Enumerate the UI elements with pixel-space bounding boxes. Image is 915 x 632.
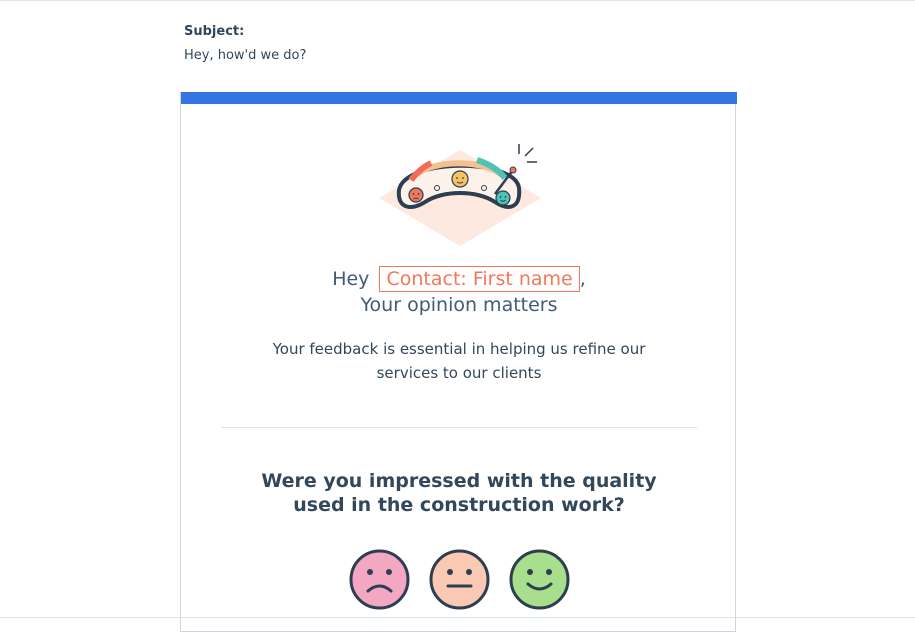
sad-face-icon[interactable] [349,549,410,610]
top-border [0,0,915,4]
body-text: Your feedback is essential in helping us… [272,340,646,382]
happy-face-icon[interactable] [509,549,570,610]
survey-question: Were you impressed with the quality used… [261,470,657,516]
neutral-face-icon[interactable] [429,549,490,610]
feedback-gauge-icon[interactable] [377,140,547,250]
subject-value[interactable]: Hey, how'd we do? [184,47,306,64]
subheading: Your opinion matters [360,294,558,316]
greeting: Hey Contact: First name, [181,266,737,293]
rating-faces [349,549,571,611]
greeting-suffix: , [579,268,586,290]
subject-label: Subject: [184,24,245,39]
email-accent-bar [181,92,737,104]
divider [221,427,697,428]
email-preview: Hey Contact: First name, Your opinion ma… [180,92,737,632]
subject-block: Subject: Hey, how'd we do? [184,23,306,64]
bottom-border [0,617,915,618]
greeting-prefix: Hey [332,268,370,290]
personalization-token[interactable]: Contact: First name [379,266,580,292]
